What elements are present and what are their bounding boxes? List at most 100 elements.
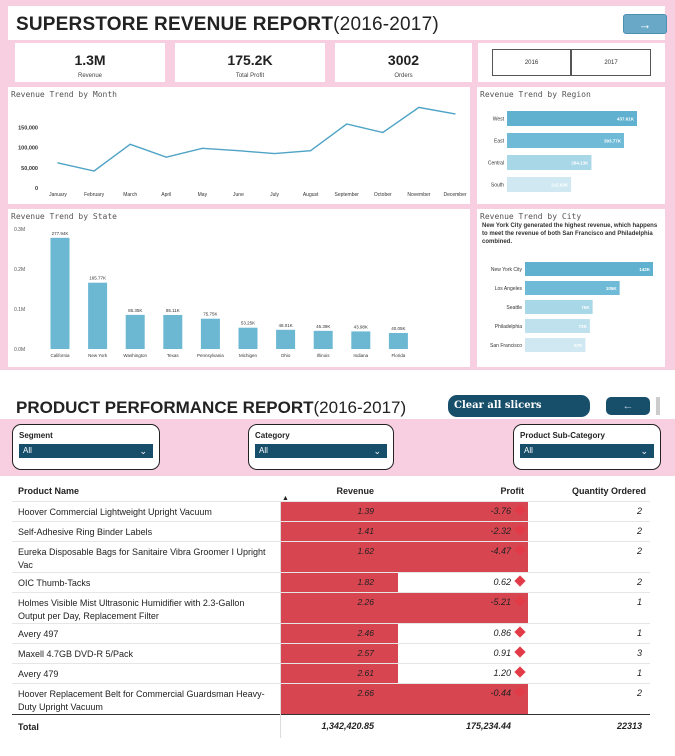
state-bar xyxy=(50,237,70,349)
kpi-label: Revenue xyxy=(77,73,103,79)
product-name-cell: Holmes Visible Mist Ultrasonic Humidifie… xyxy=(12,591,280,624)
state-bar xyxy=(88,282,108,349)
year-2017-button[interactable]: 2017 xyxy=(571,49,651,76)
profit-cell: 0.62 xyxy=(398,571,528,593)
profit-cell: 0.91 xyxy=(398,642,528,664)
state-data-label: 43.98K xyxy=(354,324,368,329)
chevron-down-icon: ⌄ xyxy=(139,446,147,456)
chevron-down-icon: ⌄ xyxy=(373,446,381,456)
profit-value: -2.32 xyxy=(490,525,511,536)
x-tick-label: May xyxy=(198,192,208,198)
product-name-cell: Self-Adhesive Ring Binder Labels xyxy=(12,520,280,541)
report-title-text: SUPERSTORE REVENUE REPORT xyxy=(16,14,334,35)
diamond-icon xyxy=(514,503,526,516)
chevron-down-icon: ⌄ xyxy=(640,446,648,456)
table-row[interactable]: Maxell 4.7GB DVD-R 5/Pack 2.57 0.91 3 xyxy=(12,642,650,664)
region-data-label: 284.13K xyxy=(571,160,589,165)
x-tick-label: June xyxy=(233,192,244,198)
kpi-profit: 175.2K Total Profit xyxy=(175,43,325,82)
revenue-report: SUPERSTORE REVENUE REPORT(2016-2017) → 1… xyxy=(0,0,675,370)
quantity-cell: 2 xyxy=(528,682,650,715)
x-tick-label: July xyxy=(270,192,279,198)
x-tick-label: October xyxy=(374,192,392,198)
sort-ascending-icon[interactable]: ▲ xyxy=(282,495,289,502)
year-2016-button[interactable]: 2016 xyxy=(492,49,571,76)
product-name-cell: OIC Thumb-Tacks xyxy=(12,571,280,593)
subcategory-dropdown[interactable]: All ⌄ xyxy=(520,444,654,458)
diamond-icon xyxy=(514,523,526,536)
y-tick-label: 0.3M xyxy=(14,227,25,233)
state-bar xyxy=(276,329,296,349)
table-row[interactable]: Eureka Disposable Bags for Sanitaire Vib… xyxy=(12,540,650,573)
revenue-cell: 2.46 xyxy=(279,622,398,644)
arrow-left-icon: ← xyxy=(622,400,634,412)
col-product-name[interactable]: Product Name xyxy=(12,481,280,501)
table-row[interactable]: Avery 497 2.46 0.86 1 xyxy=(12,622,650,644)
profit-value: 1.20 xyxy=(493,667,511,678)
profit-cell: -2.32 xyxy=(398,520,528,541)
scroll-handle[interactable] xyxy=(656,397,660,415)
x-tick-label: March xyxy=(123,192,137,198)
y-tick-label: 50,000 xyxy=(21,166,38,172)
subcategory-slicer-label: Product Sub-Category xyxy=(520,431,605,440)
city-category-label: Seattle xyxy=(506,305,522,311)
profit-value: -3.76 xyxy=(490,505,511,516)
profit-cell: 1.20 xyxy=(398,662,528,684)
city-category-label: San Francisco xyxy=(490,343,522,349)
diamond-icon xyxy=(514,646,526,658)
quantity-cell: 2 xyxy=(528,520,650,541)
x-tick-label: August xyxy=(303,192,319,198)
category-slicer-label: Category xyxy=(255,431,290,440)
region-category-label: West xyxy=(493,116,505,122)
quantity-cell: 2 xyxy=(528,500,650,521)
category-dropdown[interactable]: All ⌄ xyxy=(255,444,387,458)
col-revenue[interactable]: Revenue xyxy=(280,481,398,501)
state-category-label: Texas xyxy=(167,353,180,358)
segment-dropdown[interactable]: All ⌄ xyxy=(19,444,153,458)
region-data-label: 215.83K xyxy=(551,182,569,187)
subcategory-dropdown-value: All xyxy=(524,446,533,455)
diamond-icon xyxy=(514,666,526,678)
region-bar-chart: West 437.61K East 393.77K Central 284.13K Sout… xyxy=(488,111,637,192)
arrow-right-icon: → xyxy=(638,17,652,32)
col-quantity[interactable]: Quantity Ordered xyxy=(528,481,650,501)
segment-slicer: Segment All ⌄ xyxy=(12,424,160,470)
table-row[interactable]: OIC Thumb-Tacks 1.82 0.62 2 xyxy=(12,571,650,593)
city-data-label: 72K xyxy=(579,324,588,329)
total-label: Total xyxy=(12,713,280,739)
col-profit[interactable]: Profit xyxy=(398,481,528,501)
table-row[interactable]: Self-Adhesive Ring Binder Labels 1.41 -2.3… xyxy=(12,520,650,541)
state-data-label: 165.77K xyxy=(89,276,106,281)
x-tick-label: December xyxy=(443,192,466,198)
state-data-label: 75.75K xyxy=(203,312,217,317)
city-data-label: 142K xyxy=(639,267,651,272)
revenue-cell: 2.57 xyxy=(279,642,398,664)
y-tick-label: 0.2M xyxy=(14,267,25,273)
profit-value: 0.91 xyxy=(493,647,511,658)
next-page-button[interactable]: → xyxy=(623,14,667,34)
clear-slicers-button[interactable]: Clear all slicers xyxy=(448,395,590,417)
profit-cell: -3.76 xyxy=(398,500,528,521)
product-name-cell: Hoover Commercial Lightweight Upright Va… xyxy=(12,500,280,521)
product-name-cell: Avery 497 xyxy=(12,622,280,644)
table-row[interactable]: Avery 479 2.61 1.20 1 xyxy=(12,662,650,684)
profit-value: 0.86 xyxy=(493,627,511,638)
profit-value: -5.21 xyxy=(490,596,511,607)
table-row[interactable]: Hoover Commercial Lightweight Upright Va… xyxy=(12,500,650,521)
table-header: Product Name Revenue Profit Quantity Ord… xyxy=(12,481,650,501)
diamond-icon xyxy=(514,574,526,587)
state-chart-title: Revenue Trend by State xyxy=(11,212,117,221)
region-chart-title: Revenue Trend by Region xyxy=(480,90,591,99)
city-data-label: 75K xyxy=(581,305,590,310)
region-category-label: South xyxy=(491,182,504,188)
table-row[interactable]: Hoover Replacement Belt for Commercial G… xyxy=(12,682,650,715)
state-data-label: 45.39K xyxy=(316,324,330,329)
back-button[interactable]: ← xyxy=(606,397,650,415)
state-data-label: 85.35K xyxy=(128,308,142,313)
state-data-label: 85.11K xyxy=(166,308,180,313)
profit-cell: 0.86 xyxy=(398,622,528,644)
table-row[interactable]: Holmes Visible Mist Ultrasonic Humidifie… xyxy=(12,591,650,624)
state-category-label: New York xyxy=(88,353,108,358)
month-trend-panel: Revenue Trend by Month 150,000 100,000 50,… xyxy=(8,87,470,204)
city-data-label: 105K xyxy=(606,286,618,291)
